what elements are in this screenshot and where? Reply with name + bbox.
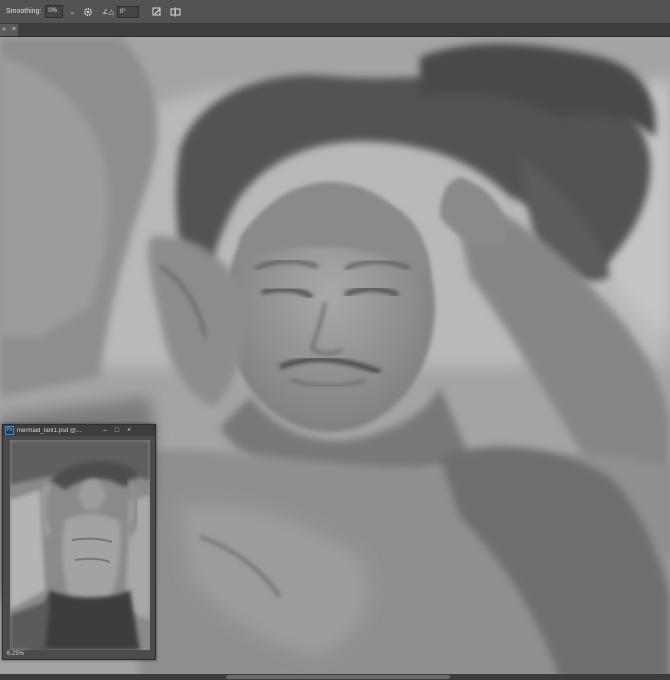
minimize-button[interactable]: – (99, 427, 111, 434)
navigator-panel[interactable]: Ps mermaid_fant1.psd @... – □ × 6.25% (2, 424, 156, 660)
close-button[interactable]: × (123, 427, 135, 434)
document-tab[interactable]: » × (0, 24, 18, 36)
navigator-zoom-level[interactable]: 6.25% (7, 651, 24, 657)
pressure-size-icon[interactable] (151, 6, 163, 18)
tab-overflow-icon[interactable]: » (2, 24, 6, 36)
thumbnail-painting (10, 440, 150, 650)
symmetry-icon[interactable] (170, 6, 182, 18)
tab-close-icon[interactable]: × (12, 24, 16, 36)
smoothing-input[interactable]: 0% (45, 5, 64, 18)
navigator-preview-thumbnail[interactable] (10, 440, 150, 650)
angle-input[interactable]: 0° (116, 5, 139, 18)
smoothing-dropdown-caret[interactable]: ⌄ (69, 8, 75, 16)
navigator-document-title: mermaid_fant1.psd @... (17, 427, 82, 434)
smoothing-label: Smoothing: (6, 8, 42, 15)
horizontal-scrollbar[interactable] (0, 674, 670, 680)
settings-gear-icon[interactable] (82, 6, 94, 18)
maximize-button[interactable]: □ (111, 427, 123, 434)
document-tab-strip: » × (0, 24, 670, 37)
navigator-titlebar[interactable]: Ps mermaid_fant1.psd @... – □ × (3, 425, 155, 436)
photoshop-app-icon: Ps (5, 426, 14, 435)
angle-icon: ∠△ (102, 8, 114, 16)
scrollbar-thumb[interactable] (226, 675, 450, 679)
tool-options-bar: Smoothing: 0% ⌄ ∠△ 0° (0, 0, 670, 24)
